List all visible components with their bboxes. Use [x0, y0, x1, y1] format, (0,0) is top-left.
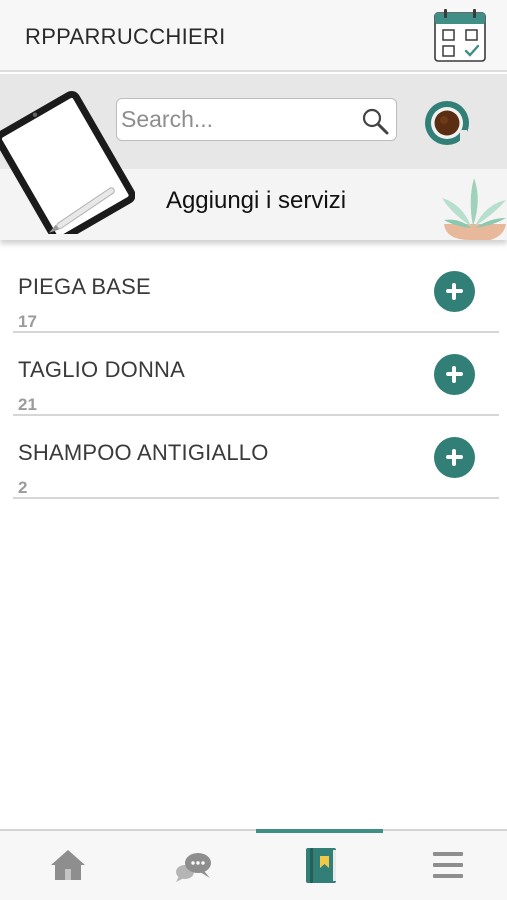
search-input[interactable] — [121, 101, 353, 138]
add-service-button[interactable] — [434, 437, 475, 478]
search-box — [116, 98, 397, 141]
list-item: TAGLIO DONNA 21 — [13, 333, 499, 416]
service-count: 21 — [18, 395, 37, 414]
calendar-check-icon — [434, 9, 486, 62]
plant-illustration — [442, 178, 506, 240]
add-service-button[interactable] — [434, 271, 475, 312]
add-service-button[interactable] — [434, 354, 475, 395]
service-count: 2 — [18, 478, 28, 497]
nav-menu[interactable] — [428, 845, 468, 885]
banner: Aggiungi i servizi — [0, 74, 507, 240]
nav-chat[interactable] — [174, 845, 214, 885]
list-item: SHAMPOO ANTIGIALLO 2 — [13, 416, 499, 499]
app-title: RPPARRUCCHIERI — [25, 24, 226, 49]
bottom-nav — [0, 829, 507, 900]
service-name: PIEGA BASE — [18, 274, 151, 299]
coffee-cup-icon — [425, 101, 469, 145]
active-tab-indicator — [256, 829, 383, 833]
service-count: 17 — [18, 312, 37, 331]
home-icon — [51, 850, 85, 880]
page-title: Aggiungi i servizi — [165, 187, 347, 214]
search-icon[interactable] — [361, 107, 389, 135]
profile-avatar-button[interactable] — [424, 100, 470, 146]
service-name: SHAMPOO ANTIGIALLO — [18, 440, 269, 465]
menu-icon — [433, 852, 463, 878]
book-icon — [306, 848, 336, 883]
list-item: PIEGA BASE 17 — [13, 250, 499, 333]
calendar-button[interactable] — [432, 8, 488, 64]
services-list: PIEGA BASE 17 TAGLIO DONNA 21 SHAMPOO AN… — [13, 250, 499, 499]
app-header: RPPARRUCCHIERI — [0, 0, 507, 72]
nav-home[interactable] — [48, 845, 88, 885]
chat-icon — [176, 853, 211, 882]
nav-services[interactable] — [301, 845, 341, 885]
service-name: TAGLIO DONNA — [18, 357, 186, 382]
